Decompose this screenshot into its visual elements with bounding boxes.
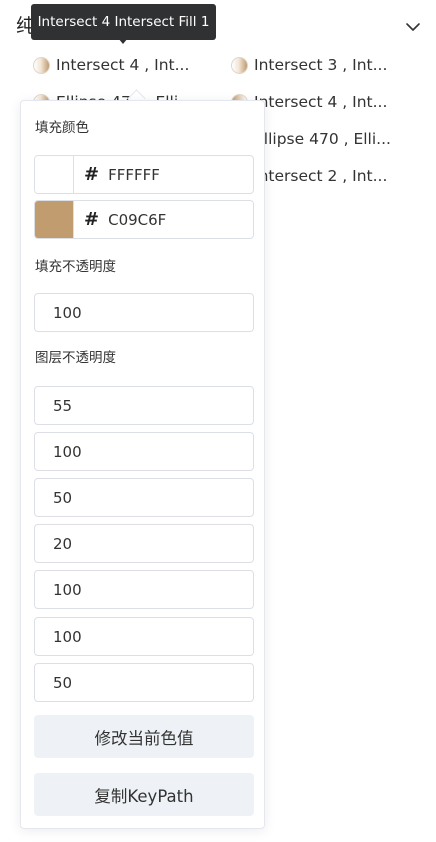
layer-item-label: Intersect 3 , Int... [254,56,388,74]
layer-item-label: Intersect 4 , Int... [254,93,388,111]
layer-tooltip: Intersect 4 Intersect Fill 1 [31,4,216,40]
layer-color-dot [231,56,248,74]
color-swatch-gold[interactable] [35,201,74,238]
layer-opacity-input[interactable] [34,478,254,517]
layer-item-label: Intersect 2 , Int... [254,167,388,185]
hex-input-gold[interactable] [108,210,229,229]
copy-keypath-button[interactable]: 复制KeyPath [34,773,254,816]
hex-input-white[interactable] [108,165,229,184]
modify-color-button[interactable]: 修改当前色值 [34,715,254,758]
layer-item[interactable]: Intersect 4 , Int... [33,54,203,76]
color-row-gold: # [34,200,254,239]
color-row-white: # [34,155,254,194]
layer-opacity-label: 图层不透明度 [35,350,116,366]
tooltip-arrow [118,38,128,44]
layer-opacity-input[interactable] [34,617,254,656]
chevron-down-icon[interactable] [404,18,422,36]
layer-item-label: Intersect 4 , Int... [56,56,190,74]
fill-opacity-label: 填充不透明度 [35,259,116,275]
layer-item-label: Ellipse 470 , Elli... [254,130,391,148]
layer-opacity-input[interactable] [34,570,254,609]
page: 纯色替换 Intersect 4 Intersect Fill 1 Inters… [0,0,436,842]
fill-opacity-input[interactable] [34,293,254,332]
layer-opacity-input[interactable] [34,386,254,425]
color-edit-popover: 填充颜色 # # 填充不透明度 图层不透明度 修改当前色值 复制KeyPath [20,100,265,829]
color-swatch-white[interactable] [35,156,74,193]
layer-item[interactable]: Intersect 3 , Int... [231,54,401,76]
hash-icon: # [84,164,100,185]
layer-opacity-input[interactable] [34,663,254,702]
layer-color-dot [33,56,50,74]
layer-opacity-input[interactable] [34,432,254,471]
layer-opacity-input[interactable] [34,524,254,563]
fill-color-label: 填充颜色 [35,120,89,136]
hash-icon: # [84,209,100,230]
